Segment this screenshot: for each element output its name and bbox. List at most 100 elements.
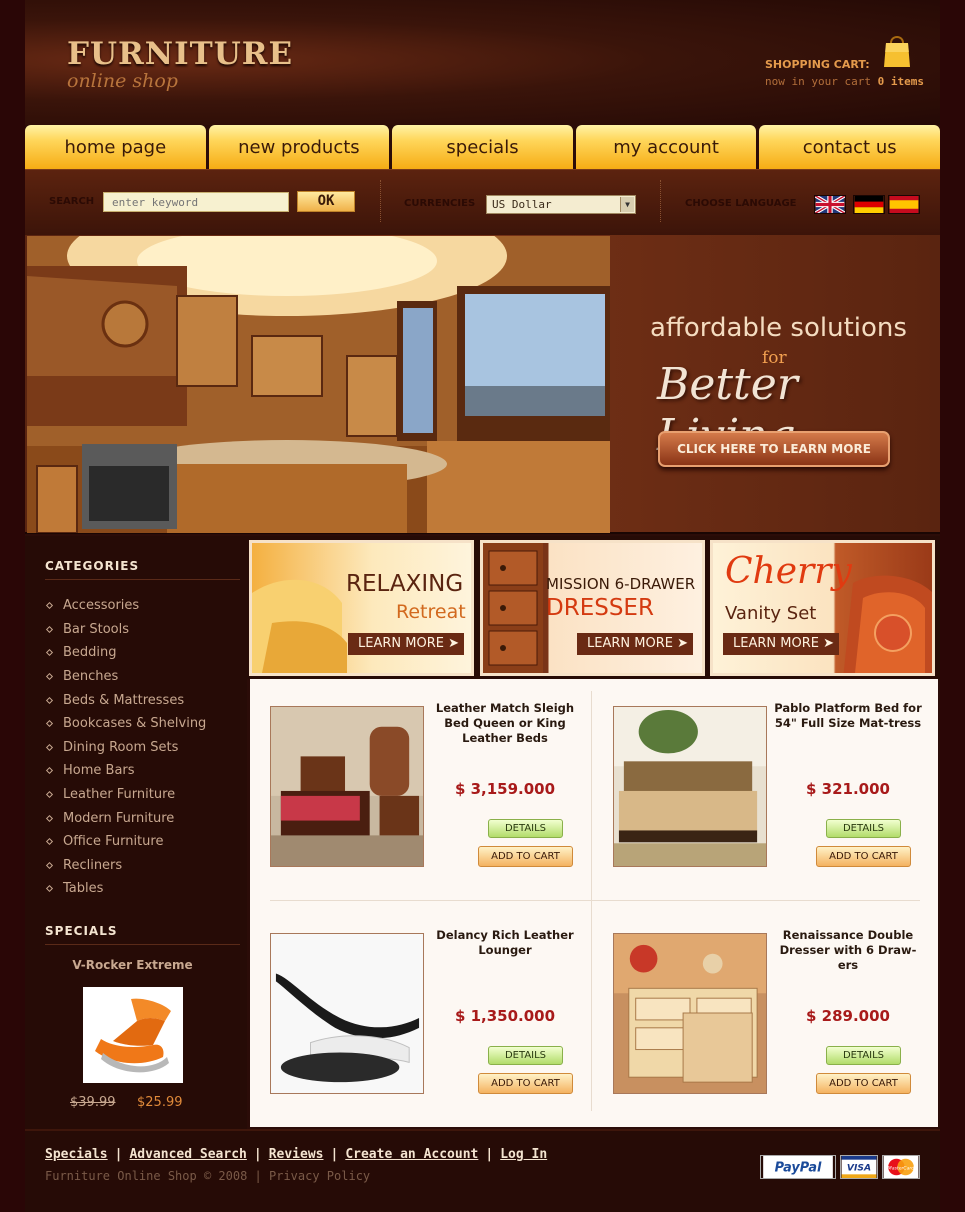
learn-more-button[interactable]: CLICK HERE TO LEARN MORE	[658, 431, 890, 467]
details-button[interactable]: DETAILS	[488, 819, 563, 838]
category-item[interactable]: Dining Room Sets	[45, 736, 206, 760]
promo-banner-relaxing-retreat[interactable]: RELAXING Retreat LEARN MORE ➤	[249, 540, 474, 676]
main-nav: home page new products specials my accou…	[25, 125, 940, 169]
category-label: Bar Stools	[63, 621, 130, 637]
diamond-bullet-icon	[45, 861, 54, 869]
divider	[380, 180, 381, 222]
nav-home-page[interactable]: home page	[25, 125, 206, 169]
details-button[interactable]: DETAILS	[826, 819, 901, 838]
cart-title[interactable]: SHOPPING CART:	[765, 58, 870, 71]
diamond-bullet-icon	[45, 791, 54, 799]
logo-title[interactable]: FURNITURE	[67, 36, 293, 72]
promo-banner-mission-dresser[interactable]: MISSION 6-DRAWER DRESSER LEARN MORE ➤	[480, 540, 705, 676]
category-item[interactable]: Accessories	[45, 594, 206, 618]
logo-subtitle[interactable]: online shop	[67, 70, 178, 92]
currencies-label: CURRENCIES	[404, 198, 476, 209]
category-label: Office Furniture	[63, 834, 164, 850]
nav-my-account[interactable]: my account	[575, 125, 757, 169]
search-ok-button[interactable]: OK	[297, 191, 355, 212]
category-item[interactable]: Bookcases & Shelving	[45, 712, 206, 736]
footer-link-specials[interactable]: Specials	[45, 1147, 108, 1162]
product-image[interactable]	[613, 706, 767, 867]
banner-learn-more-button[interactable]: LEARN MORE ➤	[577, 633, 693, 655]
diamond-bullet-icon	[45, 649, 54, 657]
details-button[interactable]: DETAILS	[488, 1046, 563, 1065]
add-to-cart-button[interactable]: ADD TO CART	[478, 1073, 573, 1094]
category-item[interactable]: Bedding	[45, 641, 206, 665]
sofa-image	[252, 579, 347, 673]
footer-link-advanced-search[interactable]: Advanced Search	[129, 1147, 246, 1162]
currency-selected-value: US Dollar	[492, 198, 552, 211]
add-to-cart-button[interactable]: ADD TO CART	[478, 846, 573, 867]
category-item[interactable]: Modern Furniture	[45, 806, 206, 830]
category-label: Benches	[63, 669, 119, 685]
banner-subtitle: Retreat	[396, 601, 466, 623]
search-input[interactable]	[103, 192, 289, 212]
category-item[interactable]: Home Bars	[45, 759, 206, 783]
spanish-flag-icon[interactable]	[888, 195, 920, 214]
cart-status-prefix: now in your cart	[765, 75, 878, 88]
banner-learn-more-button[interactable]: LEARN MORE ➤	[348, 633, 464, 655]
special-product-image[interactable]	[83, 987, 183, 1083]
details-button[interactable]: DETAILS	[826, 1046, 901, 1065]
category-label: Home Bars	[63, 763, 135, 779]
product-name[interactable]: Pablo Platform Bed for 54" Full Size Mat…	[773, 701, 923, 731]
product-name[interactable]: Renaissance Double Dresser with 6 Draw-e…	[773, 928, 923, 973]
diamond-bullet-icon	[45, 814, 54, 822]
product-image[interactable]	[270, 933, 424, 1094]
header: FURNITURE online shop SHOPPING CART: now…	[25, 0, 940, 125]
currency-select[interactable]: US Dollar ▼	[486, 195, 636, 214]
product-price: $ 321.000	[806, 780, 890, 798]
english-flag-icon[interactable]	[814, 195, 846, 214]
search-bar: SEARCH OK CURRENCIES US Dollar ▼ CHOOSE …	[25, 169, 940, 235]
category-item[interactable]: Tables	[45, 877, 206, 901]
product-grid: Leather Match Sleigh Bed Queen or King L…	[250, 679, 938, 1127]
nav-specials[interactable]: specials	[392, 125, 573, 169]
shopping-bag-icon[interactable]	[883, 32, 911, 68]
product-price: $ 289.000	[806, 1007, 890, 1025]
arrow-right-icon: ➤	[823, 636, 834, 651]
footer-link-create-account[interactable]: Create an Account	[345, 1147, 478, 1162]
promo-banner-cherry-vanity[interactable]: Cherry Vanity Set LEARN MORE ➤	[710, 540, 935, 676]
arrow-right-icon: ➤	[677, 636, 688, 651]
nav-contact-us[interactable]: contact us	[759, 125, 940, 169]
paypal-logo-text: PayPal	[775, 1161, 822, 1176]
add-to-cart-button[interactable]: ADD TO CART	[816, 846, 911, 867]
specials-title: SPECIALS	[45, 924, 118, 938]
dropdown-arrow-icon[interactable]: ▼	[620, 197, 634, 212]
sidebar: CATEGORIES Accessories Bar Stools Beddin…	[25, 536, 247, 1129]
diamond-bullet-icon	[45, 602, 54, 610]
diamond-bullet-icon	[45, 838, 54, 846]
product-image[interactable]	[270, 706, 424, 867]
category-item[interactable]: Recliners	[45, 854, 206, 878]
category-item[interactable]: Beds & Mattresses	[45, 688, 206, 712]
banner-title: Cherry	[725, 551, 852, 592]
german-flag-icon[interactable]	[853, 195, 885, 214]
category-item[interactable]: Office Furniture	[45, 830, 206, 854]
arrow-right-icon: ➤	[448, 636, 459, 651]
product-image[interactable]	[613, 933, 767, 1094]
copyright-text: Furniture Online Shop © 2008	[45, 1169, 248, 1183]
footer-link-reviews[interactable]: Reviews	[269, 1147, 324, 1162]
banner-learn-more-button[interactable]: LEARN MORE ➤	[723, 633, 839, 655]
diamond-bullet-icon	[45, 885, 54, 893]
nav-new-products[interactable]: new products	[208, 125, 390, 169]
category-item[interactable]: Benches	[45, 665, 206, 689]
footer-link-log-in[interactable]: Log In	[500, 1147, 547, 1162]
copyright: Furniture Online Shop © 2008 | Privacy P…	[45, 1169, 370, 1183]
paypal-logo: PayPal	[760, 1155, 836, 1179]
cart-count[interactable]: 0 items	[878, 75, 924, 88]
add-to-cart-button[interactable]: ADD TO CART	[816, 1073, 911, 1094]
diamond-bullet-icon	[45, 720, 54, 728]
category-item[interactable]: Bar Stools	[45, 618, 206, 642]
choose-language-label: CHOOSE LANGUAGE	[685, 198, 797, 209]
footer-links: Specials | Advanced Search | Reviews | Create …	[45, 1147, 547, 1162]
product-name[interactable]: Leather Match Sleigh Bed Queen or King L…	[430, 701, 580, 746]
privacy-policy-link[interactable]: Privacy Policy	[269, 1169, 370, 1183]
footer-separator: |	[485, 1147, 494, 1162]
search-label: SEARCH	[49, 196, 95, 207]
category-item[interactable]: Leather Furniture	[45, 783, 206, 807]
product-name[interactable]: Delancy Rich Leather Lounger	[430, 928, 580, 958]
special-product-name[interactable]: V-Rocker Extreme	[45, 958, 220, 972]
footer-separator: |	[253, 1147, 262, 1162]
